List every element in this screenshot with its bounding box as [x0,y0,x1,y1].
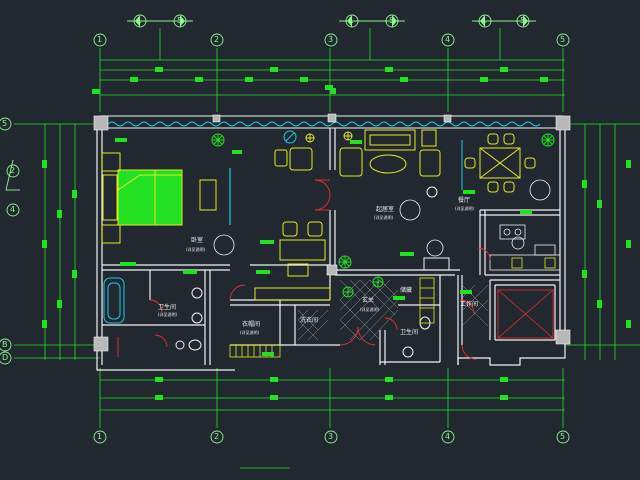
axis-col-2-bottom: 2 [214,432,220,441]
axis-pair-c-right: 5 [520,16,526,25]
walls [96,128,566,371]
room-label-entry: 玄关 [362,297,375,304]
room-note-cloak: (详见说明) [240,330,260,335]
room-note-bath: (详见说明) [158,312,178,317]
room-label-storage: 储藏 [400,287,413,294]
axis-pair-a-left: 1 [137,16,143,25]
axis-row-4: 4 [10,205,16,214]
room-note-bedroom: (详见说明) [186,247,206,252]
bottom-dimension-lines [99,368,565,469]
axis-row-5: 5 [2,119,8,128]
axis-col-1-bottom: 1 [97,432,103,441]
bedroom-chairs [254,147,331,301]
axis-bubble-arrows [135,15,528,27]
entry-floor-pattern [297,279,489,341]
axis-col-2-top: 2 [214,35,220,44]
dimension-ticks [42,67,631,400]
room-label-living: 起居室 [376,206,395,213]
axis-col-4-top: 4 [445,35,451,44]
axis-pair-b-left: 1 [349,16,355,25]
floor-plan-drawing [0,14,640,469]
axis-row-b: B [2,340,8,349]
axis-col-3-top: 3 [328,35,334,44]
room-label-wc: 卫生间 [400,329,419,336]
axis-col-5-top: 5 [560,35,566,44]
bed [101,152,217,244]
axis-col-4-bottom: 4 [445,432,451,441]
dining-set [461,133,536,193]
axis-pair-a-right: 5 [177,16,183,25]
axis-col-1-top: 1 [97,35,103,44]
kitchen [489,224,561,339]
room-label-cloak: 衣帽间 [242,321,261,328]
axis-pair-b-right: 5 [389,16,395,25]
room-note-dining: (详见说明) [455,206,475,211]
room-note-living: (详见说明) [374,215,394,220]
axis-col-5-bottom: 5 [560,432,566,441]
axis-row-d: D [2,353,9,362]
room-label-laundry: 洗衣间 [300,317,319,324]
room-label-bath: 卫生间 [158,304,177,311]
axis-pair-c-left: 1 [482,16,488,25]
axis-col-3-bottom: 3 [328,432,334,441]
room-label-bedroom: 卧室 [191,237,204,244]
axis-row-2: 2 [10,166,16,175]
room-note-entry: (详见说明) [360,307,380,312]
room-label-dining: 餐厅 [458,197,471,204]
room-label-service: 工作间 [460,301,479,308]
